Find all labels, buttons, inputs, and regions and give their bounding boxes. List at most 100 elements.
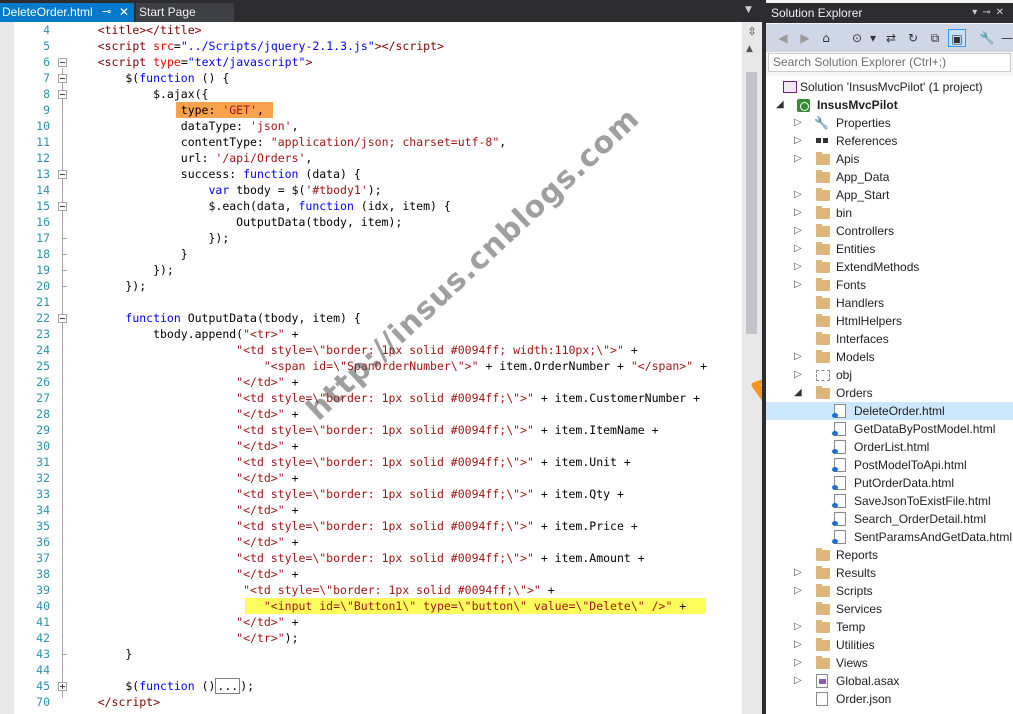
folder-icon xyxy=(816,584,830,597)
search-input[interactable]: Search Solution Explorer (Ctrl+;) xyxy=(768,53,1011,72)
tree-item-handlers[interactable]: Handlers xyxy=(766,294,1013,312)
collapsed-arrow-icon[interactable]: ▷ xyxy=(794,636,802,654)
code-line: "<td style=\"border: 1px solid #0094ff;\… xyxy=(236,423,659,437)
tree-item-bin[interactable]: ▷ bin xyxy=(766,204,1013,222)
window-position-icon[interactable]: ▾⊸✕ xyxy=(972,3,1009,23)
collapsed-arrow-icon[interactable]: ▷ xyxy=(794,258,802,276)
line-number: 6 xyxy=(43,55,50,69)
tree-item-postmodeltoapi-html[interactable]: PostModelToApi.html xyxy=(766,456,1013,474)
tree-item-label: Models xyxy=(836,350,875,364)
tree-item-global-asax[interactable]: ▷ Global.asax xyxy=(766,672,1013,690)
tab-deleteorder[interactable]: DeleteOrder.html ⊸ ✕ xyxy=(0,3,134,22)
collapsed-arrow-icon[interactable]: ▷ xyxy=(794,114,802,132)
collapsed-arrow-icon[interactable]: ▷ xyxy=(794,240,802,258)
tree-item-fonts[interactable]: ▷ Fonts xyxy=(766,276,1013,294)
tab-start-page[interactable]: Start Page xyxy=(136,3,234,22)
pin-icon[interactable]: ⊸ xyxy=(102,3,111,22)
json-file-icon xyxy=(816,692,828,706)
code-editor[interactable]: <title></title> <script src="../Scripts/… xyxy=(0,22,762,714)
collapsed-arrow-icon[interactable]: ▷ xyxy=(794,366,802,384)
collapsed-arrow-icon[interactable]: ▷ xyxy=(794,564,802,582)
home-icon[interactable]: ⌂ xyxy=(817,29,835,47)
expanded-arrow-icon[interactable]: ◢ xyxy=(794,384,802,402)
collapse-icon[interactable] xyxy=(58,58,67,67)
tree-item-htmlhelpers[interactable]: HtmlHelpers xyxy=(766,312,1013,330)
show-all-files-icon[interactable]: ▣ xyxy=(948,29,966,47)
tree-item-savejsontoexistfile-html[interactable]: SaveJsonToExistFile.html xyxy=(766,492,1013,510)
tree-item-references[interactable]: ▷ References xyxy=(766,132,1013,150)
collapsed-arrow-icon[interactable]: ▷ xyxy=(794,132,802,150)
tree-item-reports[interactable]: Reports xyxy=(766,546,1013,564)
tree-item-getdatabypostmodel-html[interactable]: GetDataByPostModel.html xyxy=(766,420,1013,438)
chevron-down-icon[interactable]: ▾ xyxy=(864,29,882,47)
collapsed-arrow-icon[interactable]: ▷ xyxy=(794,672,802,690)
collapsed-arrow-icon[interactable]: ▷ xyxy=(794,582,802,600)
tree-item-scripts[interactable]: ▷ Scripts xyxy=(766,582,1013,600)
scrollbar-thumb[interactable] xyxy=(746,72,757,334)
collapsed-arrow-icon[interactable]: ▷ xyxy=(794,654,802,672)
breakpoint-margin[interactable] xyxy=(0,22,14,714)
tree-item-obj[interactable]: ▷ obj xyxy=(766,366,1013,384)
back-icon[interactable]: ◀ xyxy=(774,29,792,47)
collapsed-arrow-icon[interactable]: ▷ xyxy=(794,222,802,240)
preview-icon[interactable]: — xyxy=(998,29,1013,47)
collapsed-arrow-icon[interactable]: ▷ xyxy=(794,186,802,204)
wrench-icon: 🔧 xyxy=(814,116,829,130)
tab-dropdown-icon[interactable]: ▼ xyxy=(745,5,752,15)
refresh-icon[interactable]: ↻ xyxy=(904,29,922,47)
split-editor-icon[interactable]: ⇳ xyxy=(744,24,760,40)
tree-item-deleteorder-html[interactable]: DeleteOrder.html xyxy=(766,402,1013,420)
tree-item-extendmethods[interactable]: ▷ ExtendMethods xyxy=(766,258,1013,276)
code-line: "<td style=\"border: 1px solid #0094ff;\… xyxy=(236,455,631,469)
code-line: "</td>" + xyxy=(236,439,299,453)
tree-item-order-json[interactable]: Order.json xyxy=(766,690,1013,708)
collapsed-arrow-icon[interactable]: ▷ xyxy=(794,204,802,222)
tree-item-models[interactable]: ▷ Models xyxy=(766,348,1013,366)
tree-item-label: SaveJsonToExistFile.html xyxy=(854,494,991,508)
tree-item-orders[interactable]: ◢ Orders xyxy=(766,384,1013,402)
code-area[interactable]: <title></title> <script src="../Scripts/… xyxy=(70,22,742,714)
editor-vertical-scrollbar[interactable]: ⇳ ▲ xyxy=(742,22,762,714)
tree-item-views[interactable]: ▷ Views xyxy=(766,654,1013,672)
tree-item-orderlist-html[interactable]: OrderList.html xyxy=(766,438,1013,456)
collapse-icon[interactable] xyxy=(58,170,67,179)
collapse-all-icon[interactable]: ⧉ xyxy=(926,29,944,47)
tree-item-controllers[interactable]: ▷ Controllers xyxy=(766,222,1013,240)
expanded-arrow-icon[interactable]: ◢ xyxy=(776,96,784,114)
tree-item-utilities[interactable]: ▷ Utilities xyxy=(766,636,1013,654)
tree-item-label: Services xyxy=(836,602,883,616)
collapse-icon[interactable] xyxy=(58,314,67,323)
code-line: url: '/api/Orders', xyxy=(70,151,313,165)
code-line: success: function (data) { xyxy=(70,167,361,181)
panel-title: Solution Explorer xyxy=(771,6,863,20)
tree-item-properties[interactable]: ▷ 🔧 Properties xyxy=(766,114,1013,132)
close-icon[interactable]: ✕ xyxy=(119,3,129,22)
sync-icon[interactable]: ⇄ xyxy=(882,29,900,47)
tree-item-services[interactable]: Services xyxy=(766,600,1013,618)
tree-item-interfaces[interactable]: Interfaces xyxy=(766,330,1013,348)
scroll-up-icon[interactable]: ▲ xyxy=(746,44,753,54)
forward-icon[interactable]: ▶ xyxy=(796,29,814,47)
tree-item-temp[interactable]: ▷ Temp xyxy=(766,618,1013,636)
collapsed-arrow-icon[interactable]: ▷ xyxy=(794,618,802,636)
tree-item-putorderdata-html[interactable]: PutOrderData.html xyxy=(766,474,1013,492)
tree-item-results[interactable]: ▷ Results xyxy=(766,564,1013,582)
collapsed-arrow-icon[interactable]: ▷ xyxy=(794,348,802,366)
collapse-icon[interactable] xyxy=(58,202,67,211)
properties-wrench-icon[interactable]: 🔧 xyxy=(978,29,996,47)
tree-item-sentparamsandgetdata-html[interactable]: SentParamsAndGetData.html xyxy=(766,528,1013,546)
tree-item-entities[interactable]: ▷ Entities xyxy=(766,240,1013,258)
expand-icon[interactable] xyxy=(58,682,67,691)
tree-item-app-data[interactable]: App_Data xyxy=(766,168,1013,186)
tree-item-project[interactable]: ◢ InsusMvcPilot xyxy=(766,96,1013,114)
collapsed-arrow-icon[interactable]: ▷ xyxy=(794,150,802,168)
folder-icon xyxy=(816,296,830,309)
tree-item-search-orderdetail-html[interactable]: Search_OrderDetail.html xyxy=(766,510,1013,528)
tree-item-solution[interactable]: Solution 'InsusMvcPilot' (1 project) xyxy=(766,78,1013,96)
tree-item-app-start[interactable]: ▷ App_Start xyxy=(766,186,1013,204)
collapse-icon[interactable] xyxy=(58,74,67,83)
tree-item-apis[interactable]: ▷ Apis xyxy=(766,150,1013,168)
collapse-icon[interactable] xyxy=(58,90,67,99)
collapsed-arrow-icon[interactable]: ▷ xyxy=(794,276,802,294)
